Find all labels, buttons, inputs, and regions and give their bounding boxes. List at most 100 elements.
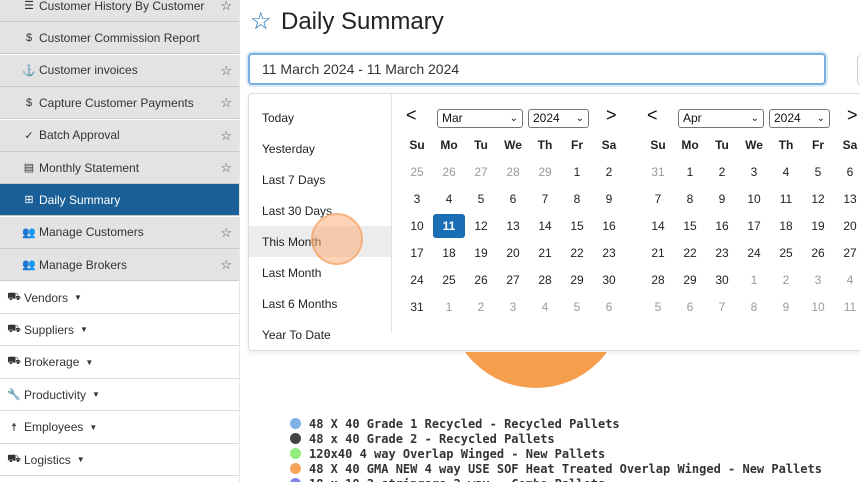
next-month-icon[interactable]: > — [847, 105, 858, 126]
calendar-day[interactable]: 4 — [770, 160, 802, 184]
calendar-day[interactable]: 10 — [738, 187, 770, 211]
calendar-day[interactable]: 2 — [465, 295, 497, 319]
favorite-star-icon[interactable]: ☆ — [250, 10, 272, 34]
calendar-day[interactable]: 4 — [834, 268, 860, 292]
favorite-star-icon[interactable]: ☆ — [220, 128, 232, 144]
preset-range-item[interactable]: Last Month — [249, 257, 391, 288]
calendar-day[interactable]: 3 — [802, 268, 834, 292]
calendar-day[interactable]: 6 — [497, 187, 529, 211]
calendar-day[interactable]: 6 — [593, 295, 625, 319]
legend-item[interactable]: 18 x 18 3 stringers 2 way - Combo Pallet… — [290, 476, 605, 482]
calendar-day[interactable]: 10 — [401, 214, 433, 238]
favorite-star-icon[interactable]: ☆ — [220, 0, 232, 14]
preset-range-item[interactable]: Last 7 Days — [249, 164, 391, 195]
calendar-day[interactable]: 27 — [834, 241, 860, 265]
calendar-day[interactable]: 18 — [770, 214, 802, 238]
month-select[interactable]: Mar ⌄ — [437, 109, 523, 128]
sidebar-group[interactable]: ⛟ Suppliers ▼ — [0, 314, 239, 347]
calendar-day[interactable]: 6 — [674, 295, 706, 319]
calendar-day[interactable]: 13 — [834, 187, 860, 211]
calendar-day[interactable]: 2 — [593, 160, 625, 184]
calendar-day[interactable]: 11 — [834, 295, 860, 319]
calendar-day[interactable]: 3 — [738, 160, 770, 184]
calendar-day[interactable]: 9 — [593, 187, 625, 211]
calendar-day[interactable]: 14 — [529, 214, 561, 238]
calendar-day[interactable]: 7 — [706, 295, 738, 319]
sidebar-group[interactable]: ⛟ Logistics ▼ — [0, 444, 239, 476]
calendar-day[interactable]: 5 — [561, 295, 593, 319]
calendar-day[interactable]: 1 — [433, 295, 465, 319]
sidebar-item[interactable]: ☰ Customer History By Customer ☆ — [0, 0, 239, 22]
calendar-day[interactable]: 8 — [674, 187, 706, 211]
preset-range-item[interactable]: Today — [249, 102, 391, 133]
sidebar-item[interactable]: 👥 Manage Brokers ☆ — [0, 249, 239, 282]
calendar-day[interactable]: 29 — [561, 268, 593, 292]
calendar-day[interactable]: 12 — [802, 187, 834, 211]
calendar-day[interactable]: 30 — [593, 268, 625, 292]
calendar-day[interactable]: 26 — [465, 268, 497, 292]
legend-item[interactable]: 48 x 40 Grade 2 - Recycled Pallets — [290, 431, 555, 446]
prev-month-icon[interactable]: < — [647, 105, 658, 126]
calendar-day[interactable]: 5 — [465, 187, 497, 211]
calendar-day[interactable]: 31 — [642, 160, 674, 184]
calendar-day[interactable]: 19 — [465, 241, 497, 265]
next-month-icon[interactable]: > — [606, 105, 617, 126]
date-range-input[interactable] — [248, 53, 826, 85]
calendar-day[interactable]: 26 — [433, 160, 465, 184]
sidebar-item[interactable]: ⊞ Daily Summary — [0, 184, 239, 217]
calendar-day[interactable]: 8 — [561, 187, 593, 211]
calendar-day[interactable]: 8 — [738, 295, 770, 319]
sidebar-item[interactable]: ⚓ Customer invoices ☆ — [0, 54, 239, 87]
calendar-day[interactable]: 20 — [834, 214, 860, 238]
calendar-day[interactable]: 27 — [465, 160, 497, 184]
calendar-day[interactable]: 22 — [561, 241, 593, 265]
calendar-day[interactable]: 30 — [706, 268, 738, 292]
preset-range-item[interactable]: Year To Date — [249, 319, 391, 350]
calendar-day[interactable]: 9 — [706, 187, 738, 211]
calendar-day[interactable]: 16 — [593, 214, 625, 238]
calendar-day[interactable]: 17 — [738, 214, 770, 238]
calendar-day[interactable]: 1 — [738, 268, 770, 292]
calendar-day[interactable]: 23 — [706, 241, 738, 265]
calendar-day[interactable]: 11 — [770, 187, 802, 211]
preset-range-item[interactable]: Yesterday — [249, 133, 391, 164]
calendar-day[interactable]: 27 — [497, 268, 529, 292]
sidebar-group[interactable]: 🔧 Productivity ▼ — [0, 379, 239, 412]
calendar-day[interactable]: 2 — [706, 160, 738, 184]
sidebar-group[interactable]: ⛟ Brokerage ▼ — [0, 346, 239, 379]
legend-item[interactable]: 48 X 40 Grade 1 Recycled - Recycled Pall… — [290, 416, 620, 431]
calendar-day[interactable]: 5 — [642, 295, 674, 319]
legend-item[interactable]: 120x40 4 way Overlap Winged - New Pallet… — [290, 446, 605, 461]
calendar-day[interactable]: 29 — [529, 160, 561, 184]
calendar-day[interactable]: 1 — [561, 160, 593, 184]
calendar-day[interactable]: 25 — [401, 160, 433, 184]
calendar-day[interactable]: 24 — [738, 241, 770, 265]
calendar-day[interactable]: 20 — [497, 241, 529, 265]
favorite-star-icon[interactable]: ☆ — [220, 63, 232, 79]
calendar-day[interactable]: 26 — [802, 241, 834, 265]
calendar-day[interactable]: 23 — [593, 241, 625, 265]
calendar-day[interactable]: 6 — [834, 160, 860, 184]
favorite-star-icon[interactable]: ☆ — [220, 160, 232, 176]
calendar-day[interactable]: 19 — [802, 214, 834, 238]
calendar-day[interactable]: 16 — [706, 214, 738, 238]
calendar-day[interactable]: 15 — [561, 214, 593, 238]
calendar-day[interactable]: 3 — [401, 187, 433, 211]
calendar-day[interactable]: 9 — [770, 295, 802, 319]
calendar-day[interactable]: 18 — [433, 241, 465, 265]
calendar-day[interactable]: 28 — [529, 268, 561, 292]
calendar-day[interactable]: 4 — [529, 295, 561, 319]
legend-item[interactable]: 48 X 40 GMA NEW 4 way USE SOF Heat Treat… — [290, 461, 822, 476]
calendar-day[interactable]: 10 — [802, 295, 834, 319]
preset-range-item[interactable]: Last 6 Months — [249, 288, 391, 319]
calendar-day[interactable]: 7 — [529, 187, 561, 211]
calendar-day[interactable]: 17 — [401, 241, 433, 265]
sidebar-item[interactable]: $ Customer Commission Report — [0, 22, 239, 55]
calendar-day[interactable]: 7 — [642, 187, 674, 211]
calendar-day-selected[interactable]: 11 — [433, 214, 465, 238]
year-select[interactable]: 2024 ⌄ — [769, 109, 830, 128]
calendar-day[interactable]: 24 — [401, 268, 433, 292]
sidebar-item[interactable]: $ Capture Customer Payments ☆ — [0, 87, 239, 120]
calendar-day[interactable]: 21 — [529, 241, 561, 265]
calendar-day[interactable]: 12 — [465, 214, 497, 238]
